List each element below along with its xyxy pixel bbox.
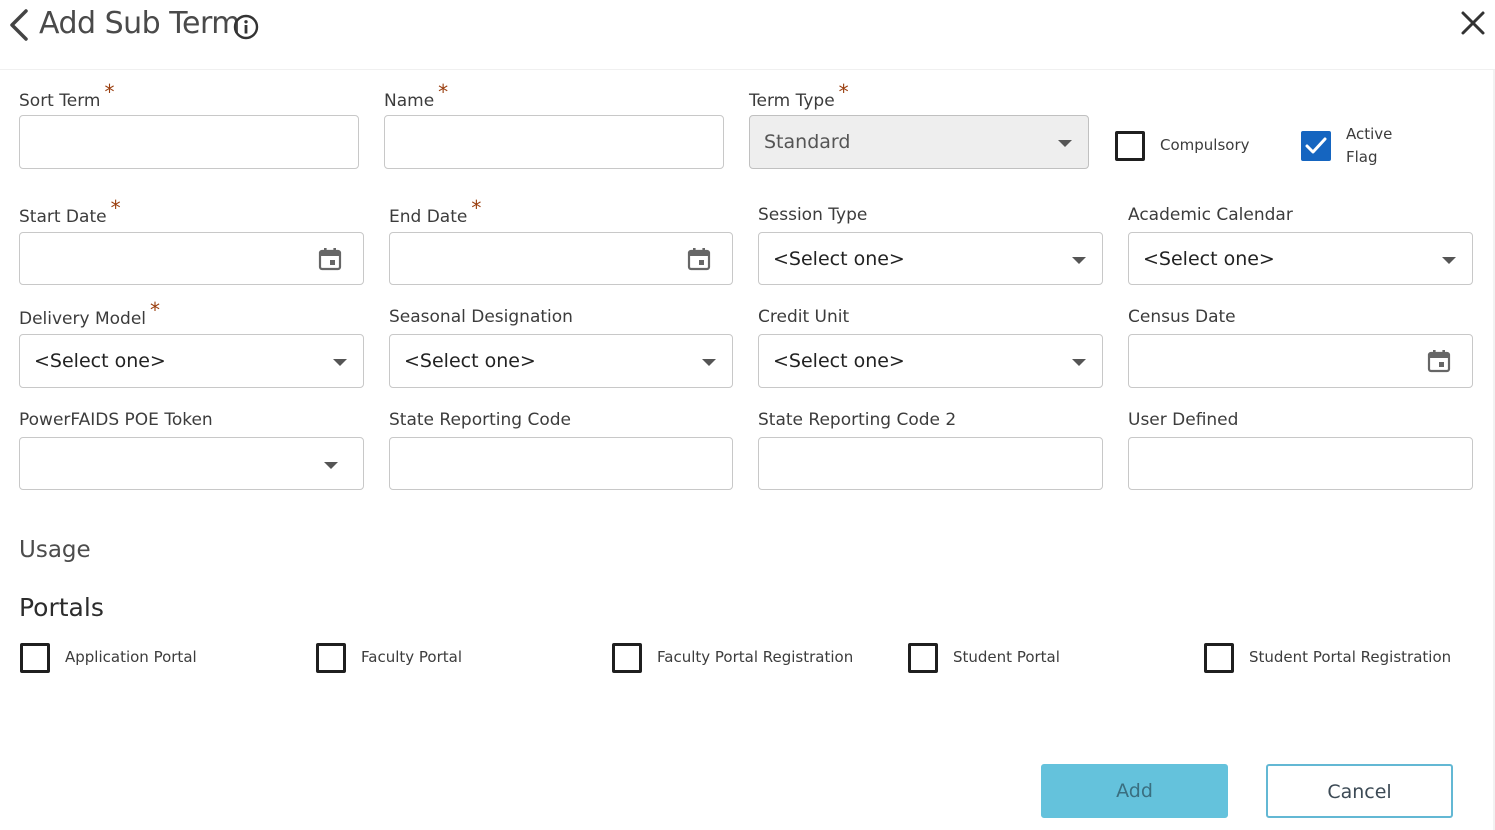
cancel-button[interactable]: Cancel <box>1266 764 1453 818</box>
required-marker: * <box>104 80 115 104</box>
session-type-label: Session Type <box>758 205 868 225</box>
start-date-field[interactable] <box>19 232 364 285</box>
faculty-portal-label: Faculty Portal <box>361 648 462 666</box>
chevron-down-icon <box>1058 140 1072 147</box>
calendar-icon[interactable] <box>317 246 343 272</box>
faculty-portal-registration-label: Faculty Portal Registration <box>657 648 854 666</box>
term-type-select[interactable]: Standard <box>749 115 1089 169</box>
portals-heading: Portals <box>19 593 104 622</box>
state-reporting-code-2-field[interactable] <box>758 437 1103 490</box>
academic-calendar-select[interactable]: <Select one> <box>1128 232 1473 285</box>
powerfaids-poe-token-label: PowerFAIDS POE Token <box>19 410 213 430</box>
required-marker: * <box>838 80 849 104</box>
seasonal-designation-select[interactable]: <Select one> <box>389 334 733 388</box>
start-date-input[interactable] <box>20 233 363 284</box>
chevron-down-icon <box>702 359 716 366</box>
close-icon[interactable] <box>1459 9 1487 37</box>
required-marker: * <box>471 196 482 220</box>
session-type-select[interactable]: <Select one> <box>758 232 1103 285</box>
delivery-model-label: Delivery Model * <box>19 298 161 329</box>
compulsory-checkbox[interactable] <box>1115 131 1145 161</box>
academic-calendar-value: <Select one> <box>1143 248 1275 270</box>
powerfaids-poe-token-select[interactable] <box>19 437 364 490</box>
state-reporting-code-2-input[interactable] <box>759 438 1102 489</box>
census-date-input[interactable] <box>1129 335 1472 387</box>
chevron-down-icon <box>1072 257 1086 264</box>
student-portal-checkbox[interactable] <box>908 643 938 673</box>
state-reporting-code-2-label: State Reporting Code 2 <box>758 410 957 430</box>
chevron-down-icon <box>1442 257 1456 264</box>
checkmark-icon <box>1305 137 1327 154</box>
name-input[interactable] <box>385 116 723 168</box>
credit-unit-select[interactable]: <Select one> <box>758 334 1103 388</box>
sort-term-input[interactable] <box>20 116 358 168</box>
student-portal-label: Student Portal <box>953 648 1060 666</box>
student-portal-registration-checkbox[interactable] <box>1204 643 1234 673</box>
session-type-value: <Select one> <box>773 248 905 270</box>
faculty-portal-checkbox[interactable] <box>316 643 346 673</box>
user-defined-input[interactable] <box>1129 438 1472 489</box>
chevron-down-icon <box>1072 359 1086 366</box>
seasonal-designation-label: Seasonal Designation <box>389 307 573 327</box>
name-label: Name * <box>384 80 449 111</box>
name-field[interactable] <box>384 115 724 169</box>
state-reporting-code-label: State Reporting Code <box>389 410 571 430</box>
compulsory-label: Compulsory <box>1160 136 1250 154</box>
state-reporting-code-input[interactable] <box>390 438 732 489</box>
term-type-label: Term Type * <box>749 80 849 111</box>
info-icon[interactable] <box>233 14 259 40</box>
calendar-icon[interactable] <box>686 246 712 272</box>
dialog-header: Add Sub Term <box>0 0 1495 70</box>
sort-term-field[interactable] <box>19 115 359 169</box>
student-portal-registration-label: Student Portal Registration <box>1249 648 1452 666</box>
active-flag-label-line1: Active <box>1346 125 1393 143</box>
active-flag-checkbox[interactable] <box>1301 131 1331 161</box>
census-date-field[interactable] <box>1128 334 1473 388</box>
user-defined-field[interactable] <box>1128 437 1473 490</box>
add-button[interactable]: Add <box>1041 764 1228 818</box>
user-defined-label: User Defined <box>1128 410 1239 430</box>
active-flag-label-line2: Flag <box>1346 148 1378 166</box>
required-marker: * <box>110 196 121 220</box>
required-marker: * <box>150 298 161 322</box>
back-arrow-icon[interactable] <box>6 8 32 42</box>
academic-calendar-label: Academic Calendar <box>1128 205 1293 225</box>
delivery-model-select[interactable]: <Select one> <box>19 334 364 388</box>
credit-unit-label: Credit Unit <box>758 307 850 327</box>
page-title: Add Sub Term <box>39 6 240 41</box>
end-date-field[interactable] <box>389 232 733 285</box>
end-date-label: End Date * <box>389 196 482 227</box>
term-type-value: Standard <box>764 131 851 153</box>
seasonal-designation-value: <Select one> <box>404 350 536 372</box>
required-marker: * <box>438 80 449 104</box>
delivery-model-value: <Select one> <box>34 350 166 372</box>
state-reporting-code-field[interactable] <box>389 437 733 490</box>
faculty-portal-registration-checkbox[interactable] <box>612 643 642 673</box>
chevron-down-icon <box>324 462 338 469</box>
end-date-input[interactable] <box>390 233 732 284</box>
sort-term-label: Sort Term * <box>19 80 115 111</box>
application-portal-label: Application Portal <box>65 648 197 666</box>
calendar-icon[interactable] <box>1426 348 1452 374</box>
usage-heading: Usage <box>19 537 91 563</box>
chevron-down-icon <box>333 359 347 366</box>
census-date-label: Census Date <box>1128 307 1236 327</box>
application-portal-checkbox[interactable] <box>20 643 50 673</box>
credit-unit-value: <Select one> <box>773 350 905 372</box>
start-date-label: Start Date * <box>19 196 121 227</box>
